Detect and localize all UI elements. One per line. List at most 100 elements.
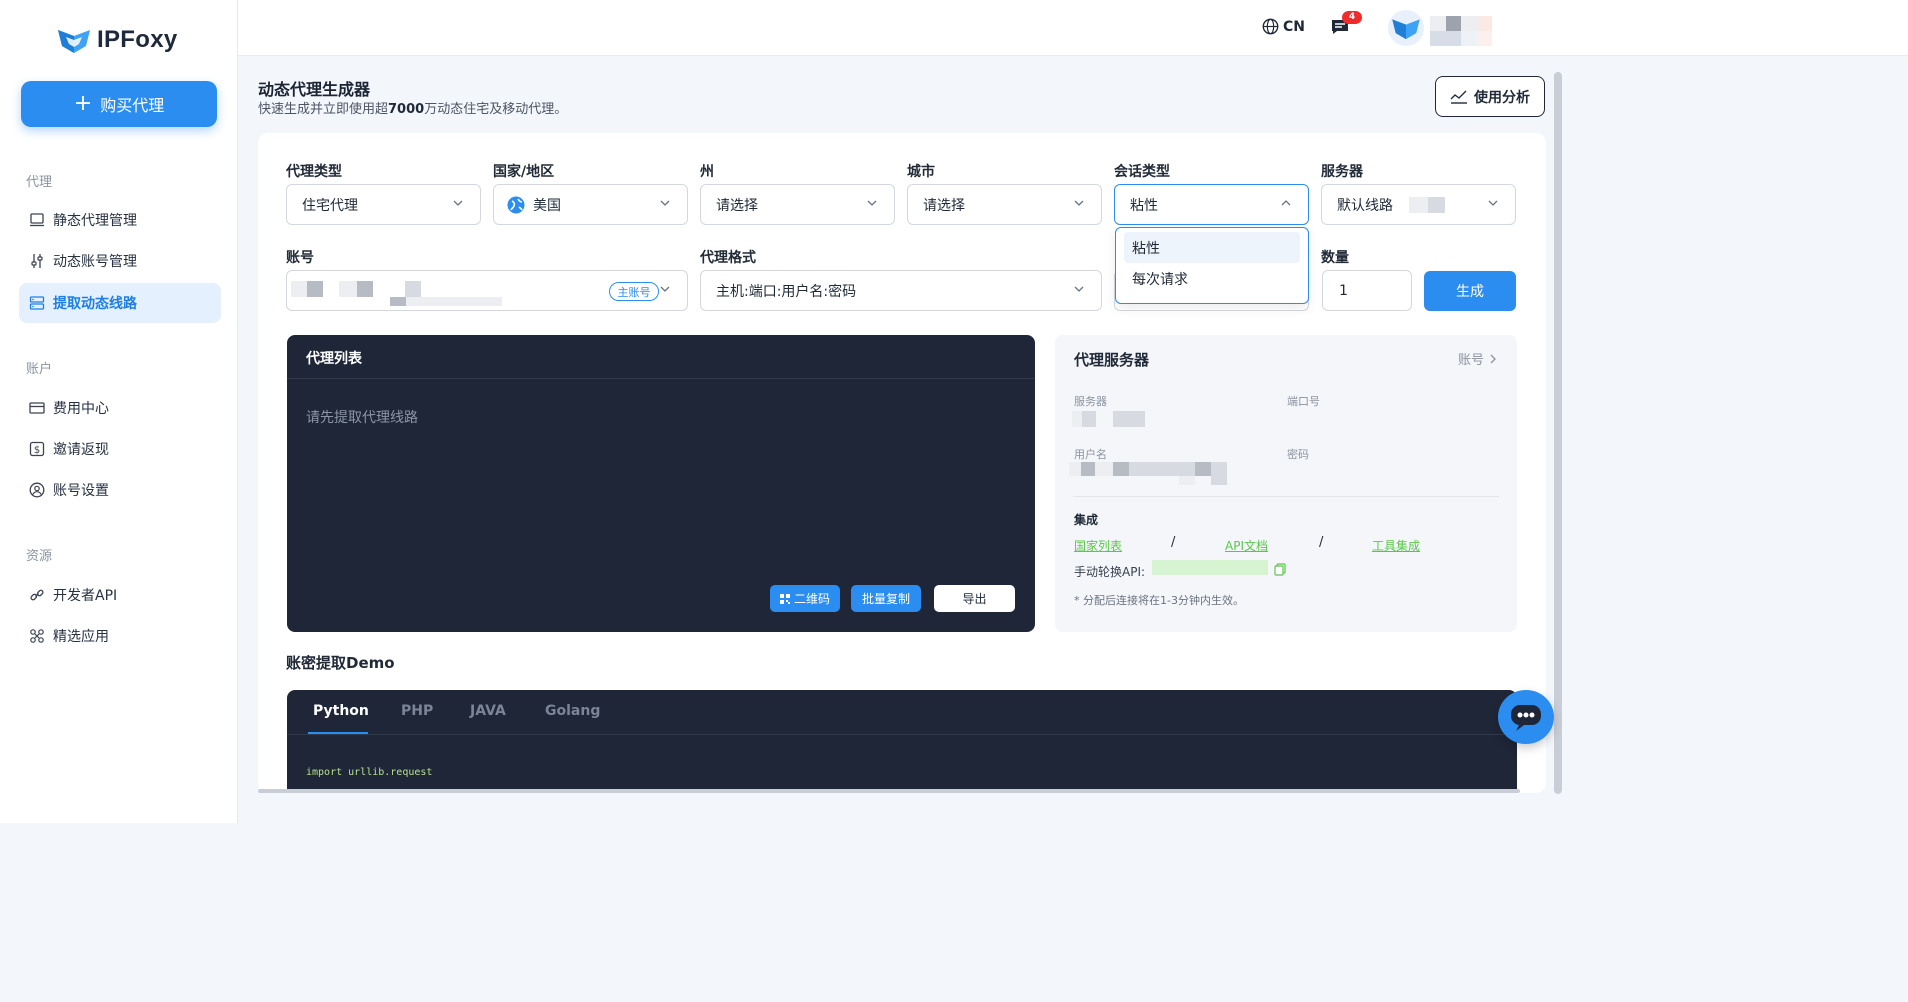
sidebar-item-label: 动态账号管理 (53, 254, 137, 270)
chevron-up-icon (1281, 200, 1291, 206)
chevron-down-icon (1074, 286, 1084, 292)
globe-icon (1262, 18, 1279, 35)
redacted-api-url[interactable] (1152, 560, 1268, 575)
tab-php[interactable]: PHP (401, 703, 433, 719)
language-switch[interactable]: CN (1262, 18, 1305, 35)
redacted-block (1081, 462, 1095, 476)
integration-title: 集成 (1074, 513, 1099, 527)
tool-integration-link[interactable]: 工具集成 (1372, 537, 1420, 554)
tab-python[interactable]: Python (313, 703, 369, 719)
sidebar-item-label: 静态代理管理 (53, 213, 137, 229)
account-link-label: 账号 (1457, 353, 1484, 368)
country-label: 国家/地区 (493, 164, 555, 180)
avatar[interactable] (1388, 10, 1424, 46)
redacted-block (405, 281, 421, 297)
api-docs-link[interactable]: API文档 (1225, 537, 1268, 554)
redacted-block (1147, 462, 1195, 476)
chevron-down-icon (867, 200, 877, 206)
quantity-input[interactable]: 1 (1322, 270, 1412, 311)
sliders-icon (31, 254, 43, 268)
qr-code-label: 二维码 (793, 592, 830, 606)
usage-analysis-button[interactable]: 使用分析 (1435, 76, 1545, 117)
user-name-redacted[interactable] (1430, 16, 1492, 46)
redacted-block (1082, 411, 1096, 427)
svg-text:$: $ (34, 445, 40, 456)
sidebar-item-billing[interactable]: 费用中心 (19, 388, 221, 428)
batch-copy-button[interactable]: 批量复制 (851, 585, 921, 612)
redacted-block (357, 281, 373, 297)
section-title-resources: 资源 (26, 549, 53, 564)
laptop-icon (30, 213, 44, 227)
chevron-right-icon (1490, 354, 1496, 363)
vertical-scrollbar[interactable] (1554, 72, 1562, 794)
server-stack-icon (29, 296, 45, 310)
qr-code-icon (779, 593, 790, 604)
state-value: 请选择 (716, 197, 758, 214)
server-field-label: 服务器 (1074, 395, 1107, 408)
state-select[interactable]: 请选择 (700, 184, 895, 225)
city-label: 城市 (907, 164, 935, 180)
sidebar-item-referral[interactable]: $ 邀请返现 (19, 429, 221, 469)
session-option-sticky[interactable]: 粘性 (1124, 232, 1300, 263)
buy-proxy-button[interactable]: + 购买代理 (21, 81, 217, 127)
horizontal-scrollbar[interactable] (258, 789, 1520, 793)
proxy-type-label: 代理类型 (286, 164, 342, 180)
redacted-block (1072, 411, 1082, 427)
support-chat-button[interactable] (1498, 690, 1554, 744)
brand-name: IPFoxy (97, 26, 178, 53)
copy-icon[interactable] (1274, 563, 1286, 576)
sidebar-item-settings[interactable]: 账号设置 (19, 470, 221, 510)
account-link[interactable]: 账号 (1458, 349, 1497, 368)
sidebar-item-label: 开发者API (53, 588, 118, 604)
redacted-block (1069, 462, 1081, 476)
logo[interactable]: IPFoxy (57, 26, 178, 54)
section-title-account: 账户 (26, 362, 53, 377)
server-label: 服务器 (1321, 164, 1363, 180)
sidebar-item-label: 邀请返现 (53, 442, 109, 458)
link-separator: / (1319, 535, 1324, 550)
session-option-per-request[interactable]: 每次请求 (1124, 263, 1300, 294)
redacted-block (291, 281, 307, 297)
proxy-list-panel: 代理列表 请先提取代理线路 二维码 批量复制 导出 (287, 335, 1035, 632)
redacted-block (1409, 197, 1429, 213)
country-select[interactable]: 美国 (493, 184, 688, 225)
country-value: 美国 (533, 197, 561, 214)
port-field-label: 端口号 (1287, 395, 1320, 408)
format-value: 主机:端口:用户名:密码 (716, 283, 857, 300)
city-select[interactable]: 请选择 (907, 184, 1102, 225)
generate-button[interactable]: 生成 (1424, 271, 1516, 311)
session-type-label: 会话类型 (1114, 164, 1170, 180)
sidebar-item-static-proxy[interactable]: 静态代理管理 (19, 200, 221, 240)
divider (1073, 496, 1499, 497)
sidebar-item-extract-lines[interactable]: 提取动态线路 (19, 283, 221, 323)
subtitle-text: 快速生成并立即使用超 (258, 102, 389, 117)
redacted-block (1095, 462, 1113, 476)
session-type-select[interactable]: 粘性 (1114, 184, 1309, 225)
section-title-proxy: 代理 (26, 175, 53, 190)
redacted-block (1113, 411, 1145, 427)
tab-golang[interactable]: Golang (545, 703, 600, 719)
state-label: 州 (700, 164, 714, 180)
sidebar-item-label: 提取动态线路 (53, 296, 137, 312)
redacted-block (1195, 462, 1211, 476)
main-account-tag: 主账号 (609, 282, 659, 301)
sidebar-item-developer-api[interactable]: 开发者API (19, 575, 221, 615)
export-button[interactable]: 导出 (934, 585, 1015, 612)
divider (287, 378, 1035, 379)
tab-java[interactable]: JAVA (470, 703, 506, 719)
activation-note: * 分配后连接将在1-3分钟内生效。 (1074, 594, 1244, 607)
sidebar-item-label: 费用中心 (53, 401, 109, 417)
sidebar-item-dynamic-account[interactable]: 动态账号管理 (19, 241, 221, 281)
sidebar: IPFoxy + 购买代理 代理 静态代理管理 动态账号管理 提取动态线路 账户… (0, 0, 238, 823)
manual-rotation-api-label: 手动轮换API: (1074, 565, 1146, 579)
server-select[interactable]: 默认线路 (1321, 184, 1516, 225)
subtitle-highlight: 7000 (388, 102, 425, 117)
proxy-list-empty-text: 请先提取代理线路 (306, 410, 418, 426)
proxy-type-select[interactable]: 住宅代理 (286, 184, 481, 225)
chat-bot-icon (1511, 705, 1541, 731)
sidebar-item-featured-apps[interactable]: 精选应用 (19, 616, 221, 656)
qr-code-button[interactable]: 二维码 (770, 585, 840, 612)
sidebar-item-label: 账号设置 (53, 483, 109, 499)
country-list-link[interactable]: 国家列表 (1074, 537, 1122, 554)
format-select[interactable]: 主机:端口:用户名:密码 (700, 270, 1102, 311)
